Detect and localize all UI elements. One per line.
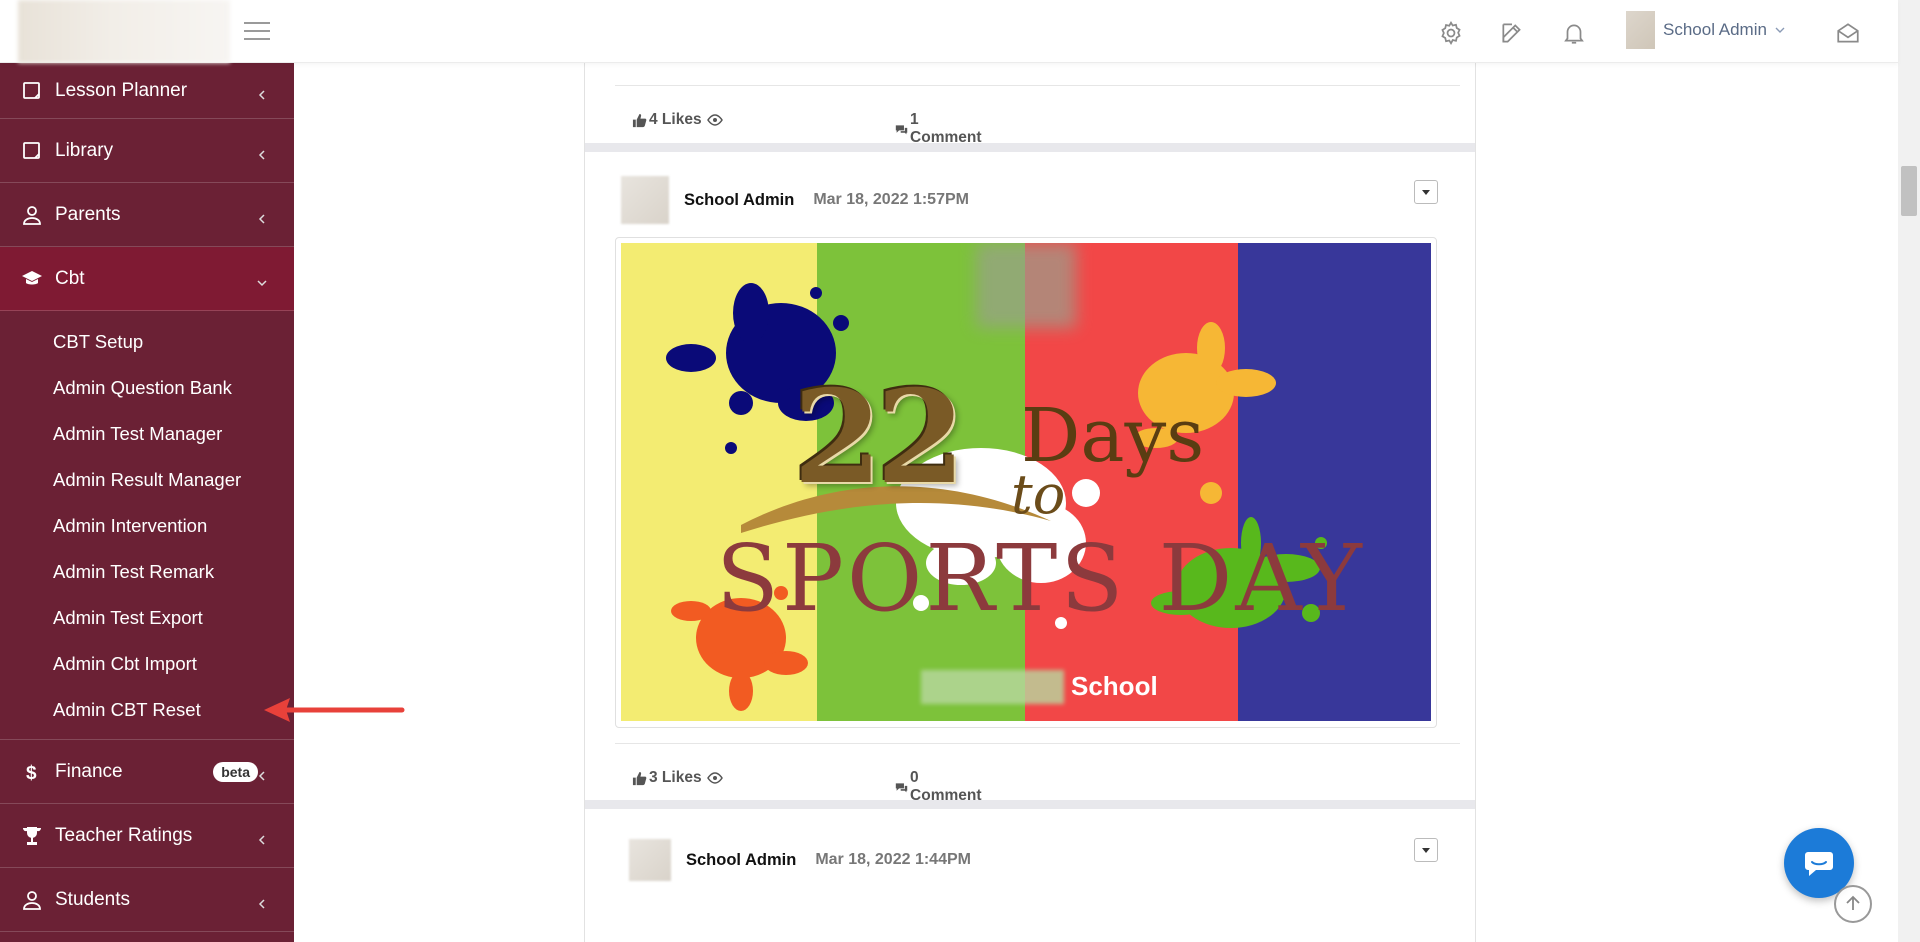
menu-toggle-icon[interactable] [244, 22, 270, 42]
post-options-button[interactable] [1414, 180, 1438, 204]
sidebar-item-students[interactable]: Students [0, 868, 294, 932]
submenu-item-intervention[interactable]: Admin Intervention [0, 503, 294, 549]
chevron-down-icon [256, 273, 268, 286]
sidebar-item-label: Teacher Ratings [55, 824, 193, 846]
sidebar-item-label: Lesson Planner [55, 79, 188, 101]
svg-text:$: $ [26, 763, 37, 783]
annotation-arrow-icon [264, 698, 405, 722]
settings-icon[interactable] [1438, 20, 1464, 46]
post-timestamp: Mar 18, 2022 1:57PM [813, 191, 969, 208]
scrollbar-thumb[interactable] [1901, 166, 1917, 216]
chevron-left-icon [256, 894, 268, 909]
post-timestamp: Mar 18, 2022 1:44PM [815, 851, 971, 868]
sidebar-item-label: Finance [55, 760, 123, 782]
sidebar-item-teacher-ratings[interactable]: Teacher Ratings [0, 804, 294, 868]
post-options-button[interactable] [1414, 838, 1438, 862]
chevron-left-icon [256, 145, 268, 160]
post-image-frame: 22 Days to SPORTS DAY School [615, 237, 1437, 728]
avatar[interactable] [629, 839, 671, 881]
chevron-left-icon [256, 766, 268, 781]
thumbs-up-icon [632, 113, 647, 127]
image-school-text: School [1071, 671, 1158, 701]
note-icon [21, 140, 43, 162]
comment-button[interactable]: 1 Comment [895, 111, 983, 147]
sidebar-item-parents[interactable]: Parents [0, 183, 294, 247]
post-separator [585, 143, 1475, 152]
submenu-item-question-bank[interactable]: Admin Question Bank [0, 365, 294, 411]
caret-down-icon [1422, 190, 1430, 195]
post-header: School Admin Mar 18, 2022 1:44PM [621, 836, 971, 884]
submenu-item-cbt-import[interactable]: Admin Cbt Import [0, 641, 294, 687]
sidebar-item-library[interactable]: Library [0, 119, 294, 183]
chevron-left-icon [256, 830, 268, 845]
caret-down-icon [1422, 848, 1430, 853]
bell-icon[interactable] [1561, 20, 1587, 46]
submenu-item-test-manager[interactable]: Admin Test Manager [0, 411, 294, 457]
edit-icon[interactable] [1499, 20, 1525, 46]
post-author[interactable]: School Admin [686, 851, 796, 870]
chevron-left-icon [256, 85, 268, 100]
sidebar-item-label: Parents [55, 203, 121, 225]
user-name: School Admin [1663, 20, 1767, 39]
post-image[interactable]: 22 Days to SPORTS DAY School [621, 243, 1431, 721]
submenu-item-result-manager[interactable]: Admin Result Manager [0, 457, 294, 503]
submenu-item-cbt-reset[interactable]: Admin CBT Reset [0, 687, 294, 733]
post-header: School Admin Mar 18, 2022 1:57PM [621, 176, 969, 224]
chat-bubble-icon [1805, 852, 1833, 876]
school-logo[interactable] [18, 0, 230, 63]
mail-icon[interactable] [1835, 20, 1861, 46]
submenu-item-test-export[interactable]: Admin Test Export [0, 595, 294, 641]
thumbs-up-icon [632, 771, 647, 785]
comments-icon [895, 782, 908, 792]
sidebar-item-label: Students [55, 888, 130, 910]
like-button[interactable]: 3 Likes [632, 769, 725, 787]
post-stats: 3 Likes 0 Comment [632, 769, 982, 804]
post-author[interactable]: School Admin [684, 191, 794, 210]
image-number: 22 [793, 363, 965, 513]
user-menu[interactable]: School Admin [1626, 10, 1785, 50]
chevron-down-icon [1775, 27, 1785, 33]
like-button[interactable]: 4 Likes [632, 111, 725, 129]
graduation-cap-icon [21, 268, 43, 290]
sidebar-item-finance[interactable]: $ Finance beta [0, 740, 294, 804]
page-scrollbar[interactable] [1898, 0, 1920, 942]
top-bar: School Admin [0, 0, 1898, 63]
sidebar: Lesson Planner Library Parents Cbt CBT S… [0, 63, 294, 942]
eye-icon[interactable] [706, 770, 723, 786]
comments-icon [895, 124, 908, 134]
divider [615, 85, 1460, 86]
blurred-logo [976, 243, 1076, 328]
sidebar-item-cbt[interactable]: Cbt [0, 247, 294, 311]
blurred-school-name [921, 670, 1064, 704]
submenu-item-cbt-setup[interactable]: CBT Setup [0, 319, 294, 365]
avatar[interactable] [621, 176, 669, 224]
sidebar-item-lesson-planner[interactable]: Lesson Planner [0, 63, 294, 119]
avatar [1626, 11, 1655, 49]
sidebar-item-label: Cbt [55, 267, 85, 289]
submenu-item-test-remark[interactable]: Admin Test Remark [0, 549, 294, 595]
user-icon [21, 204, 43, 226]
note-icon [21, 80, 43, 102]
trophy-icon [21, 825, 43, 847]
sidebar-item-label: Library [55, 139, 114, 161]
divider [615, 743, 1460, 744]
post-stats: 4 Likes 1 Comment [632, 111, 982, 146]
feed-column: 4 Likes 1 Comment School Admin Mar 18, 2… [584, 63, 1476, 942]
beta-badge: beta [213, 761, 258, 782]
cbt-submenu: CBT Setup Admin Question Bank Admin Test… [0, 311, 294, 740]
likes-count: 4 Likes [649, 111, 702, 128]
likes-count: 3 Likes [649, 769, 702, 786]
image-to-text: to [1011, 463, 1066, 526]
user-icon [21, 889, 43, 911]
scroll-to-top-button[interactable] [1834, 885, 1872, 923]
dollar-icon: $ [21, 761, 43, 784]
arrow-up-icon [1846, 895, 1860, 910]
image-headline: SPORTS DAY [716, 525, 1365, 632]
chevron-left-icon [256, 209, 268, 224]
comments-count: 1 Comment [910, 111, 982, 146]
eye-icon[interactable] [706, 112, 723, 128]
post-separator [585, 800, 1475, 809]
